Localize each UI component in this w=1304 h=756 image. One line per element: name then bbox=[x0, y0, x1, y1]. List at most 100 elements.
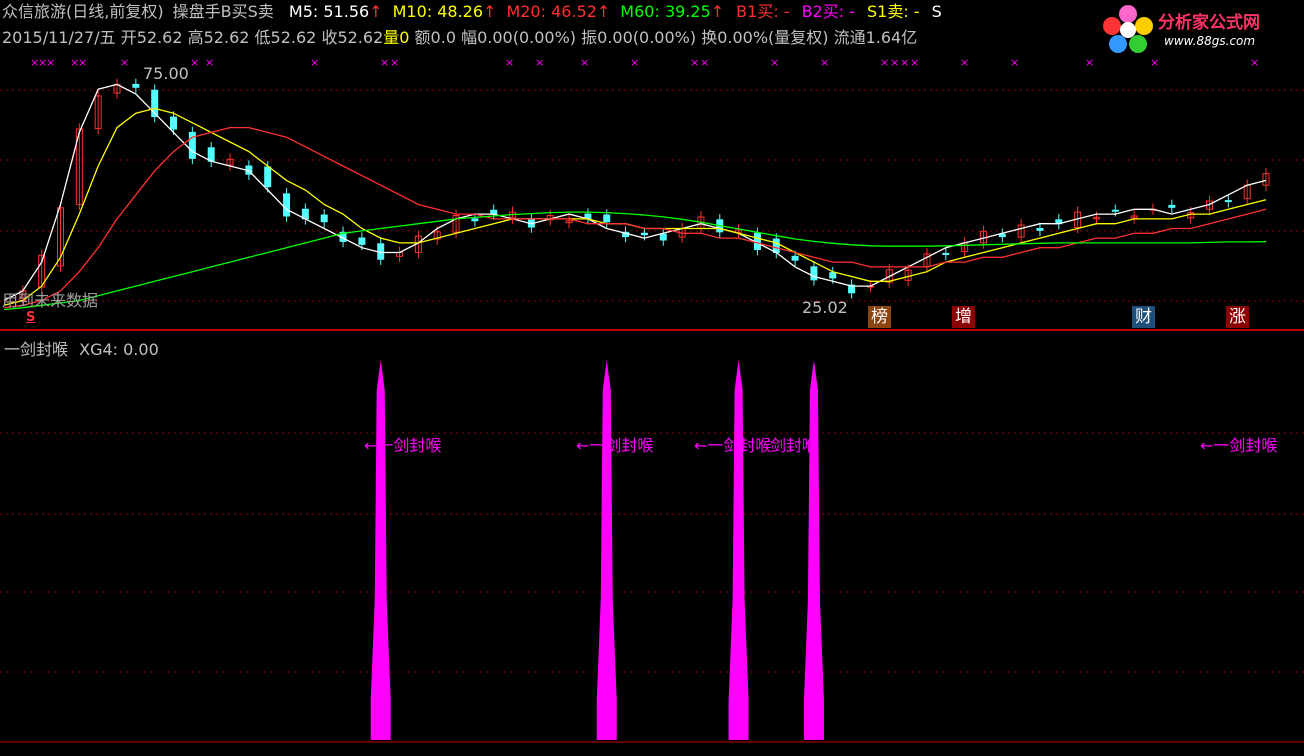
signal-label-3: ←一剑封喉 bbox=[694, 436, 772, 455]
ma-label-0: M5: 51.56 bbox=[288, 2, 370, 21]
ma-arrow-3: ↑ bbox=[710, 2, 725, 21]
chart-stage: × × × × × × × × × × × × × × × × × × × × × × × × × × × × 众信旅游(日线,前复权… bbox=[0, 0, 1304, 752]
top-marker-6: × bbox=[190, 56, 199, 69]
top-marker-16: × bbox=[700, 56, 709, 69]
top-marker-2: × bbox=[46, 56, 55, 69]
ma-line-M5 bbox=[3, 83, 1267, 302]
top-marker-11: × bbox=[505, 56, 514, 69]
candle-body-53 bbox=[998, 233, 1006, 238]
top-marker-5: × bbox=[120, 56, 129, 69]
header-line: 众信旅游(日线,前复权) 操盘手B买S卖 M5: 51.56↑ M10: 48.2… bbox=[2, 2, 942, 22]
ma-list: M5: 51.56↑ M10: 48.26↑ M20: 46.52↑ M60: 39.… bbox=[279, 2, 942, 21]
indicator-name: 操盘手B买S卖 bbox=[172, 2, 274, 21]
ma-arrow-2: ↑ bbox=[596, 2, 611, 21]
signal-label-2: ←一剑封喉 bbox=[576, 436, 654, 455]
badge-bang: 榜 bbox=[868, 306, 891, 328]
quote-float: 流通1.64亿 bbox=[833, 28, 918, 47]
quote-close: 收52.62 bbox=[321, 28, 384, 47]
candle-body-9 bbox=[170, 116, 178, 130]
candle-body-25 bbox=[471, 218, 479, 222]
xg-value: XG4: 0.00 bbox=[79, 340, 159, 359]
ma-arrow-1: ↑ bbox=[483, 2, 497, 21]
ma-arrow-0: ↑ bbox=[369, 2, 383, 21]
top-marker-23: × bbox=[960, 56, 969, 69]
candle-body-15 bbox=[283, 193, 291, 217]
candle-body-44 bbox=[829, 272, 837, 279]
candle-body-59 bbox=[1111, 209, 1119, 212]
quote-amplitude: 振0.00(0.00%) bbox=[581, 28, 697, 47]
logo-url: www.88gs.com bbox=[1164, 34, 1256, 48]
signal-status-1: B2买: - bbox=[801, 2, 855, 21]
top-marker-15: × bbox=[690, 56, 699, 69]
xg-spike-1 bbox=[596, 360, 617, 740]
quote-range: 幅0.00(0.00%) bbox=[461, 28, 577, 47]
top-marker-13: × bbox=[580, 56, 589, 69]
high-price-label: 75.00 bbox=[143, 64, 189, 83]
top-marker-24: × bbox=[1010, 56, 1019, 69]
top-marker-9: × bbox=[380, 56, 389, 69]
candle-body-11 bbox=[207, 147, 215, 162]
quote-high: 高52.62 bbox=[187, 28, 250, 47]
badge-zeng: 增 bbox=[952, 306, 975, 328]
candle-body-43 bbox=[810, 266, 818, 281]
top-marker-20: × bbox=[890, 56, 899, 69]
quote-date: 2015/11/27/五 bbox=[2, 28, 116, 47]
top-marker-21: × bbox=[900, 56, 909, 69]
candle-body-32 bbox=[603, 214, 611, 223]
ma-label-3: M60: 39.25 bbox=[620, 2, 711, 21]
candle-body-19 bbox=[358, 237, 366, 245]
flower-icon bbox=[1103, 5, 1153, 53]
sub-chart-title: 一剑封喉 XG4: 0.00 bbox=[4, 336, 159, 360]
candle-body-7 bbox=[132, 83, 140, 88]
quote-turnover: 换0.00%(量复权) bbox=[701, 28, 829, 47]
signal-status-0: B1买: - bbox=[736, 2, 790, 21]
xg-spike-3 bbox=[803, 360, 824, 740]
signal-status-2: S1卖: - bbox=[867, 2, 920, 21]
quote-line: 2015/11/27/五 开52.62 高52.62 低52.62 收52.62… bbox=[2, 28, 917, 48]
top-marker-18: × bbox=[820, 56, 829, 69]
candle-body-41 bbox=[772, 238, 780, 253]
top-marker-19: × bbox=[880, 56, 889, 69]
quote-amount: 额0.0 bbox=[414, 28, 456, 47]
quote-low: 低52.62 bbox=[254, 28, 317, 47]
logo: 分析家公式网 www.88gs.com bbox=[1100, 2, 1300, 58]
candle-body-35 bbox=[659, 233, 667, 241]
signal-label-4: 剑封喉 bbox=[770, 436, 819, 455]
signal-label-1: ←一剑封喉 bbox=[364, 436, 442, 455]
xg-spike-0 bbox=[370, 360, 391, 740]
sub-title: 一剑封喉 bbox=[4, 340, 69, 359]
badge-zhang: 涨 bbox=[1226, 306, 1249, 328]
candle-body-42 bbox=[791, 255, 799, 261]
signal-status-3: S bbox=[931, 2, 942, 21]
low-price-label: 25.02 bbox=[802, 298, 848, 317]
top-marker-8: × bbox=[310, 56, 319, 69]
stock-name: 众信旅游(日线,前复权) bbox=[2, 2, 164, 21]
quote-open: 开52.62 bbox=[120, 28, 183, 47]
top-marker-10: × bbox=[390, 56, 399, 69]
top-marker-17: × bbox=[770, 56, 779, 69]
ma-label-2: M20: 46.52 bbox=[506, 2, 597, 21]
top-marker-25: × bbox=[1085, 56, 1094, 69]
ma-label-1: M10: 48.26 bbox=[392, 2, 484, 21]
quote-volume-value: 0 bbox=[399, 28, 410, 47]
candle-body-65 bbox=[1224, 200, 1232, 203]
candle-body-34 bbox=[640, 232, 648, 236]
logo-text: 分析家公式网 bbox=[1158, 13, 1260, 33]
candle-body-17 bbox=[320, 214, 328, 223]
candle-body-62 bbox=[1168, 204, 1176, 208]
s-marker: S bbox=[26, 310, 36, 325]
signal-label-5: ←一剑封喉 bbox=[1200, 436, 1278, 455]
quote-volume-label: 量 bbox=[383, 28, 400, 47]
top-marker-12: × bbox=[535, 56, 544, 69]
badge-cai: 财 bbox=[1132, 306, 1155, 328]
top-marker-22: × bbox=[910, 56, 919, 69]
candle-body-14 bbox=[264, 166, 272, 188]
candle-body-55 bbox=[1036, 227, 1044, 231]
future-data-note: 用到未来数据 bbox=[2, 291, 99, 310]
top-marker-4: × bbox=[78, 56, 87, 69]
xg-spike-2 bbox=[728, 360, 749, 740]
chart-svg: ××× ×× × × × × × × × × × × × × × × × × × × × × × × × bbox=[0, 56, 1304, 743]
top-marker-14: × bbox=[630, 56, 639, 69]
candle-body-50 bbox=[942, 252, 950, 255]
top-marker-7: × bbox=[205, 56, 214, 69]
